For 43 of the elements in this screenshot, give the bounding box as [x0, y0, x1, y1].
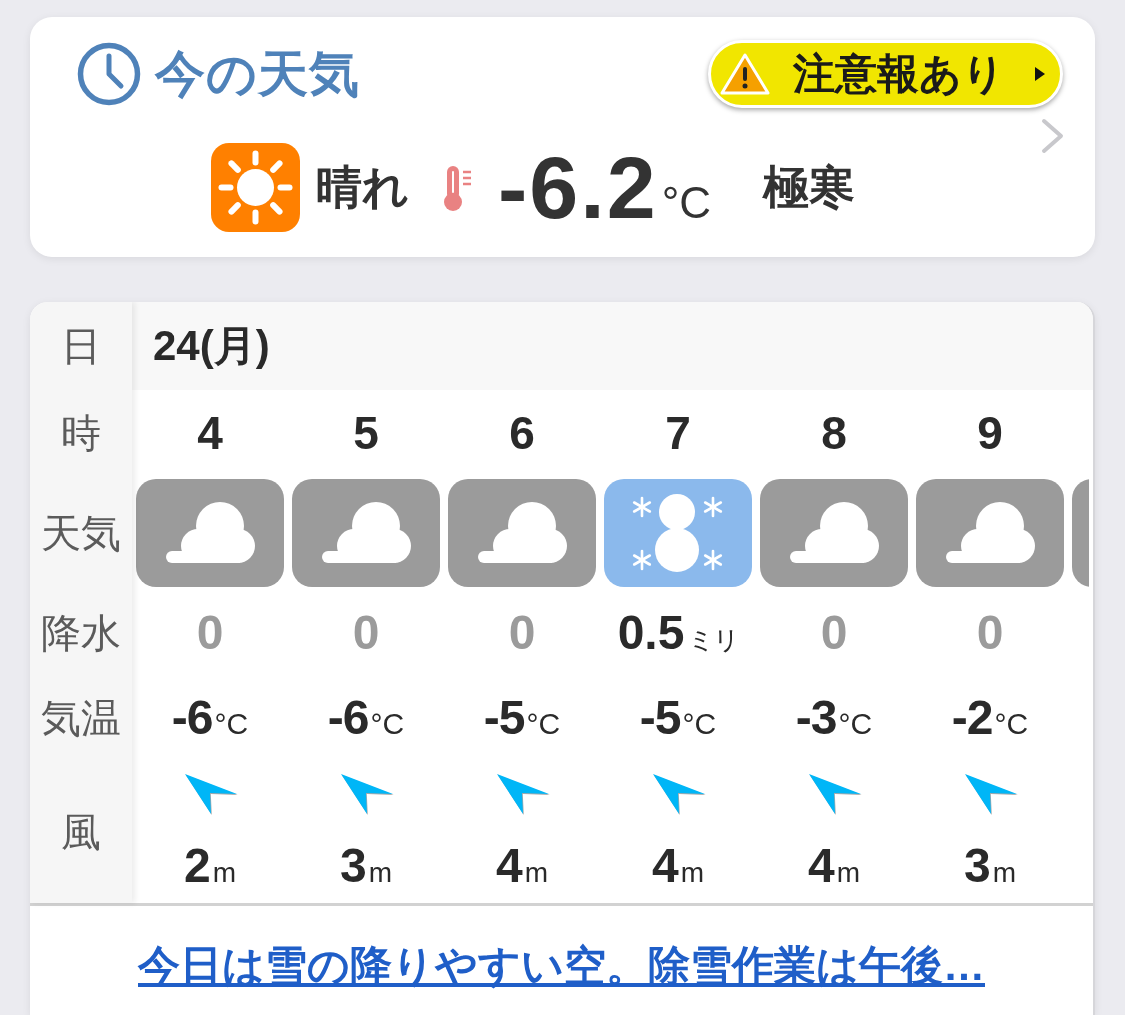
hour-label: 6: [509, 409, 535, 456]
current-weather-card[interactable]: 今の天気 注意報あり 晴れ -6.2°C 極寒: [30, 17, 1095, 257]
row-label: 天気: [41, 510, 121, 555]
temperature-reading: -3°C: [795, 693, 873, 742]
thermometer-icon: [441, 163, 473, 212]
clock-icon: [77, 42, 141, 106]
row-label: 風: [61, 809, 101, 854]
wind-speed: 3m: [964, 842, 1016, 890]
precipitation-amount: 0.5 ミリ: [617, 608, 739, 657]
alert-badge[interactable]: 注意報あり: [708, 40, 1063, 108]
precipitation-amount: 0: [976, 608, 1004, 657]
hour-label: 5: [353, 409, 379, 456]
wind-speed: 4m: [652, 842, 704, 890]
temperature-reading: -2°C: [951, 693, 1029, 742]
wind-speed: 4m: [496, 842, 548, 890]
hour-label: 4: [197, 409, 223, 456]
date-header: 24(月): [132, 302, 1093, 390]
hour-label: 9: [977, 409, 1003, 456]
precipitation-amount: 0: [352, 608, 380, 657]
wind-speed: 2m: [184, 842, 236, 890]
precipitation-amount: 0: [508, 608, 536, 657]
temperature-reading: -6.2°C: [498, 143, 711, 232]
caret-icon: [1035, 67, 1045, 81]
weather-condition: 晴れ: [316, 159, 409, 215]
row-label: 時: [61, 410, 101, 455]
hour-label: 7: [665, 409, 691, 456]
temperature-reading: -6°C: [327, 693, 405, 742]
temperature-reading: -5°C: [639, 693, 717, 742]
forecast-link[interactable]: 今日は雪の降りやすい空。除雪作業は午後…: [138, 942, 985, 991]
chevron-right-icon: [1040, 118, 1065, 154]
hour-label: 8: [821, 409, 847, 456]
temperature-reading: -6°C: [171, 693, 249, 742]
section-title: 今の天気: [155, 49, 360, 99]
row-label: 日: [61, 324, 101, 368]
row-label: 気温: [41, 695, 121, 740]
wind-speed: 3m: [340, 842, 392, 890]
feels-label: 極寒: [763, 159, 855, 215]
precipitation-amount: 0: [820, 608, 848, 657]
wind-speed: 4m: [808, 842, 860, 890]
temperature-reading: -5°C: [483, 693, 561, 742]
warning-icon: [719, 52, 771, 96]
precipitation-amount: 0: [196, 608, 224, 657]
row-label: 降水: [41, 610, 121, 655]
